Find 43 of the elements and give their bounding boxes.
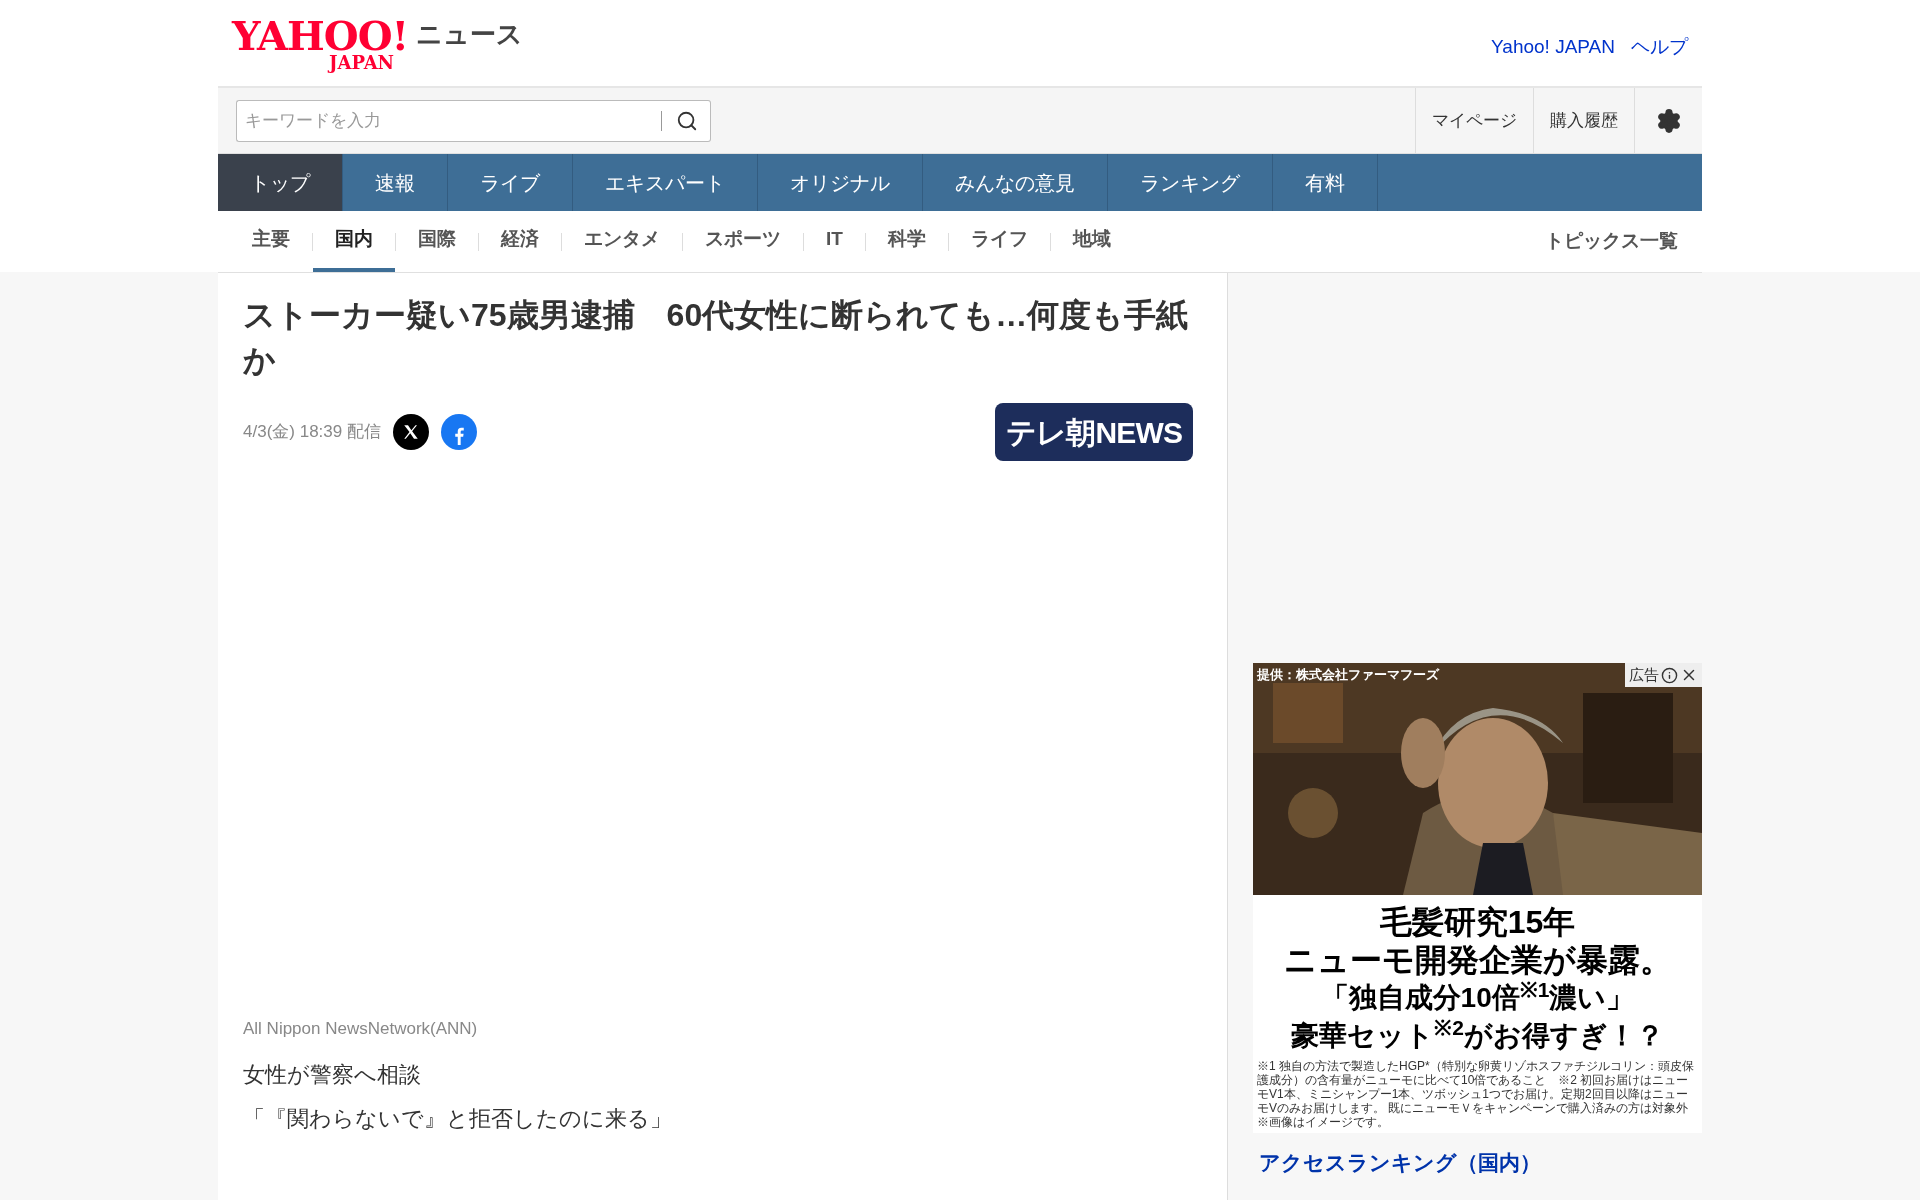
service-name: ニュース <box>416 17 524 51</box>
header-link[interactable]: Yahoo! JAPAN <box>1491 32 1615 62</box>
category-tab[interactable]: エンタメ <box>562 211 682 272</box>
nav-tab[interactable]: 有料 <box>1273 154 1378 211</box>
nav-tab[interactable]: ライブ <box>448 154 573 211</box>
settings-icon <box>1655 107 1682 134</box>
nav-tab[interactable]: オリジナル <box>758 154 923 211</box>
category-tab[interactable]: IT <box>804 211 865 272</box>
category-tab[interactable]: 科学 <box>865 211 948 272</box>
user-link[interactable]: 購入履歴 <box>1533 88 1634 153</box>
category-tab[interactable]: ライフ <box>948 211 1050 272</box>
category-tab[interactable]: 主要 <box>230 211 312 272</box>
article-title: ストーカー疑い75歳男逮捕 60代女性に断られても…何度も手紙か <box>243 296 1190 380</box>
nav-tab[interactable]: トップ <box>218 154 343 211</box>
category-tab[interactable]: 経済 <box>479 211 561 272</box>
ranking-title[interactable]: アクセスランキング（国内） <box>1259 1147 1702 1179</box>
nav-tab[interactable]: みんなの意見 <box>923 154 1108 211</box>
ad-label: 広告 <box>1629 664 1659 685</box>
article-paragraph: 「『関わらないで』と拒否したのに来る」 <box>243 1104 673 1133</box>
photo-credit: All Nippon NewsNetwork(ANN) <box>243 1018 479 1040</box>
nav-tab[interactable]: エキスパート <box>573 154 758 211</box>
topics-link[interactable]: トピックス一覧 <box>1545 227 1690 256</box>
publish-date: 4/3(金) 18:39 配信 <box>243 421 381 444</box>
category-tab[interactable]: 国際 <box>396 211 478 272</box>
user-link[interactable]: マイページ <box>1415 88 1533 153</box>
info-icon[interactable] <box>1661 666 1678 684</box>
ad-footnote: ※1 独自の方法で製造したHGP*（特別な卵黄リゾホスファチジルコリン：頭皮保護成分）の含有量がニューモに比べて10倍であること ※2 初回お届けはニューモV1本、ミニシャンプー1本、ツボッシュ1つでお届け。定期2回目以降はニューモVのみお届けします。 既にニューモＶをキャンペーンで購入済みの方は対象外 ※画像はイメージです。 <box>1256 1059 1695 1129</box>
x-share-icon[interactable] <box>392 414 429 450</box>
ad-headline: ニューモ開発企業が暴露。 <box>1283 941 1672 979</box>
publisher-logo[interactable]: テレ朝NEWS <box>995 403 1193 461</box>
logo[interactable]: YAHOO! JAPAN <box>232 17 409 72</box>
ad-sponsor: 提供：株式会社ファーマフーズ <box>1257 666 1439 684</box>
facebook-share-icon[interactable] <box>440 414 477 450</box>
nav-tab[interactable]: ランキング <box>1108 154 1273 211</box>
header-link[interactable]: ヘルプ <box>1631 32 1688 62</box>
category-tab[interactable]: 地域 <box>1050 211 1133 272</box>
advertisement[interactable] <box>1253 663 1702 1133</box>
ad-headline: 「独自成分10倍$^{※1}$濃い」 <box>1320 979 1635 1015</box>
ad-headline: 豪華セット$^{※2}$がお得すぎ！？ <box>1291 1017 1664 1053</box>
nav-tab[interactable]: 速報 <box>343 154 448 211</box>
ad-headline: 毛髪研究15年 <box>1379 903 1576 941</box>
category-tab[interactable]: スポーツ <box>683 211 803 272</box>
article-paragraph: 女性が警察へ相談 <box>243 1060 422 1089</box>
